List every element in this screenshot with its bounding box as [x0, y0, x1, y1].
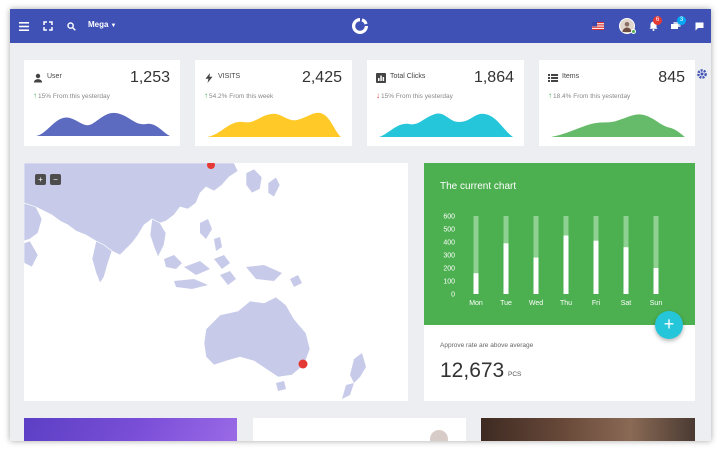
stat-value: 1,864	[473, 69, 514, 86]
online-status-dot	[631, 29, 636, 34]
map-zoom-in-button[interactable]: +	[35, 174, 46, 185]
stat-value: 1,253	[129, 69, 170, 86]
chevron-down-icon: ▼	[110, 23, 117, 29]
y-tick-label: 300	[443, 253, 455, 260]
settings-gear-icon[interactable]	[696, 67, 710, 81]
stat-change-text: 54.2% From this week	[209, 93, 274, 100]
mega-menu-label: Mega	[88, 20, 109, 29]
stat-change-text: 18.4% From this yesterday	[553, 93, 631, 100]
y-tick-label: 400	[443, 240, 455, 247]
bottom-card-purple	[24, 418, 237, 441]
stat-title: Total Clicks	[390, 73, 426, 80]
bar-fri[interactable]	[593, 240, 599, 294]
avatar	[430, 430, 448, 441]
menu-icon[interactable]	[18, 20, 30, 32]
stat-change: ↑54.2% From this week	[204, 91, 273, 100]
sparkline-wave	[207, 112, 341, 137]
stat-card-visits: VISITS 2,425 ↑54.2% From this week	[195, 60, 352, 146]
message-count-badge: 3	[677, 16, 686, 25]
bar-thu[interactable]	[563, 235, 569, 295]
notification-count-badge: 6	[653, 16, 662, 25]
user-icon	[33, 70, 44, 83]
sparkline-wave	[379, 113, 513, 137]
stat-change: ↑15% From this yesterday	[33, 91, 110, 100]
chat-icon[interactable]	[694, 21, 704, 31]
stat-change-text: 15% From this yesterday	[381, 93, 453, 100]
y-tick-label: 200	[443, 266, 455, 273]
bar-tue[interactable]	[503, 243, 509, 294]
sparkline-wave	[551, 114, 685, 137]
current-chart-card: The current chart 600 500 400 300 200 100 0 Mon…	[424, 163, 695, 401]
approve-rate-text: Approve rate are above average	[440, 342, 534, 349]
avatar[interactable]	[619, 18, 636, 34]
stat-value: 845	[658, 69, 685, 86]
y-tick-label: 600	[443, 214, 455, 221]
x-tick-label: Thu	[560, 300, 572, 307]
stat-change: ↓15% From this yesterday	[376, 91, 453, 100]
arrow-up-icon: ↑	[548, 91, 552, 100]
x-tick-label: Wed	[529, 300, 543, 307]
x-tick-label: Fri	[592, 300, 601, 307]
bar-wed[interactable]	[533, 257, 539, 294]
mega-menu[interactable]: Mega ▼	[88, 20, 116, 29]
x-tick-label: Tue	[500, 300, 512, 307]
add-fab-button[interactable]: +	[655, 311, 683, 339]
y-tick-label: 500	[443, 227, 455, 234]
search-icon[interactable]	[65, 20, 77, 32]
arrow-up-icon: ↑	[33, 91, 37, 100]
arrow-down-icon: ↓	[376, 91, 380, 100]
bottom-card-profile	[253, 418, 466, 441]
bottom-card-photo	[481, 418, 695, 441]
stat-card-total-clicks: Total Clicks 1,864 ↓15% From this yester…	[367, 60, 524, 146]
bar-sat[interactable]	[623, 247, 629, 294]
x-tick-label: Sun	[650, 300, 663, 307]
x-tick-label: Sat	[621, 300, 632, 307]
bar-chart: 600 500 400 300 200 100 0 Mon Tue Wed Thu Fri Sat Sun	[443, 214, 663, 308]
bar-chart-icon	[376, 70, 387, 83]
stat-value: 2,425	[301, 69, 342, 86]
stat-card-items: Items 845 ↑18.4% From this yesterday	[539, 60, 695, 146]
y-tick-label: 100	[443, 279, 455, 286]
stat-change: ↑18.4% From this yesterday	[548, 91, 630, 100]
chart-header: The current chart 600 500 400 300 200 100 0 Mon…	[424, 163, 695, 325]
world-map-card: + −	[24, 163, 408, 401]
top-navbar: Mega ▼ 6 3	[10, 9, 711, 43]
y-tick-label: 0	[451, 292, 455, 299]
list-icon	[548, 70, 559, 82]
map-marker[interactable]	[298, 359, 308, 369]
map-zoom-out-button[interactable]: −	[50, 174, 61, 185]
sparkline-wave	[36, 112, 170, 136]
flag-icon[interactable]	[592, 21, 604, 30]
stat-card-user: User 1,253 ↑15% From this yesterday	[24, 60, 180, 146]
bar-sun[interactable]	[653, 268, 659, 294]
bar-mon[interactable]	[473, 273, 479, 294]
stat-title: Items	[562, 73, 580, 80]
stat-title: User	[47, 73, 62, 80]
arrow-up-icon: ↑	[204, 91, 208, 100]
world-map[interactable]	[24, 163, 408, 401]
dashboard-window: Mega ▼ 6 3 User 1,253 ↑15% From this yes…	[10, 9, 711, 441]
lightning-icon	[204, 70, 215, 83]
total-value: 12,673	[440, 359, 505, 382]
fullscreen-icon[interactable]	[42, 20, 54, 32]
app-logo[interactable]	[349, 15, 371, 37]
x-tick-label: Mon	[469, 300, 483, 307]
stat-title: VISITS	[218, 73, 241, 80]
total-unit: PCS	[508, 371, 522, 378]
stat-change-text: 15% From this yesterday	[38, 93, 110, 100]
